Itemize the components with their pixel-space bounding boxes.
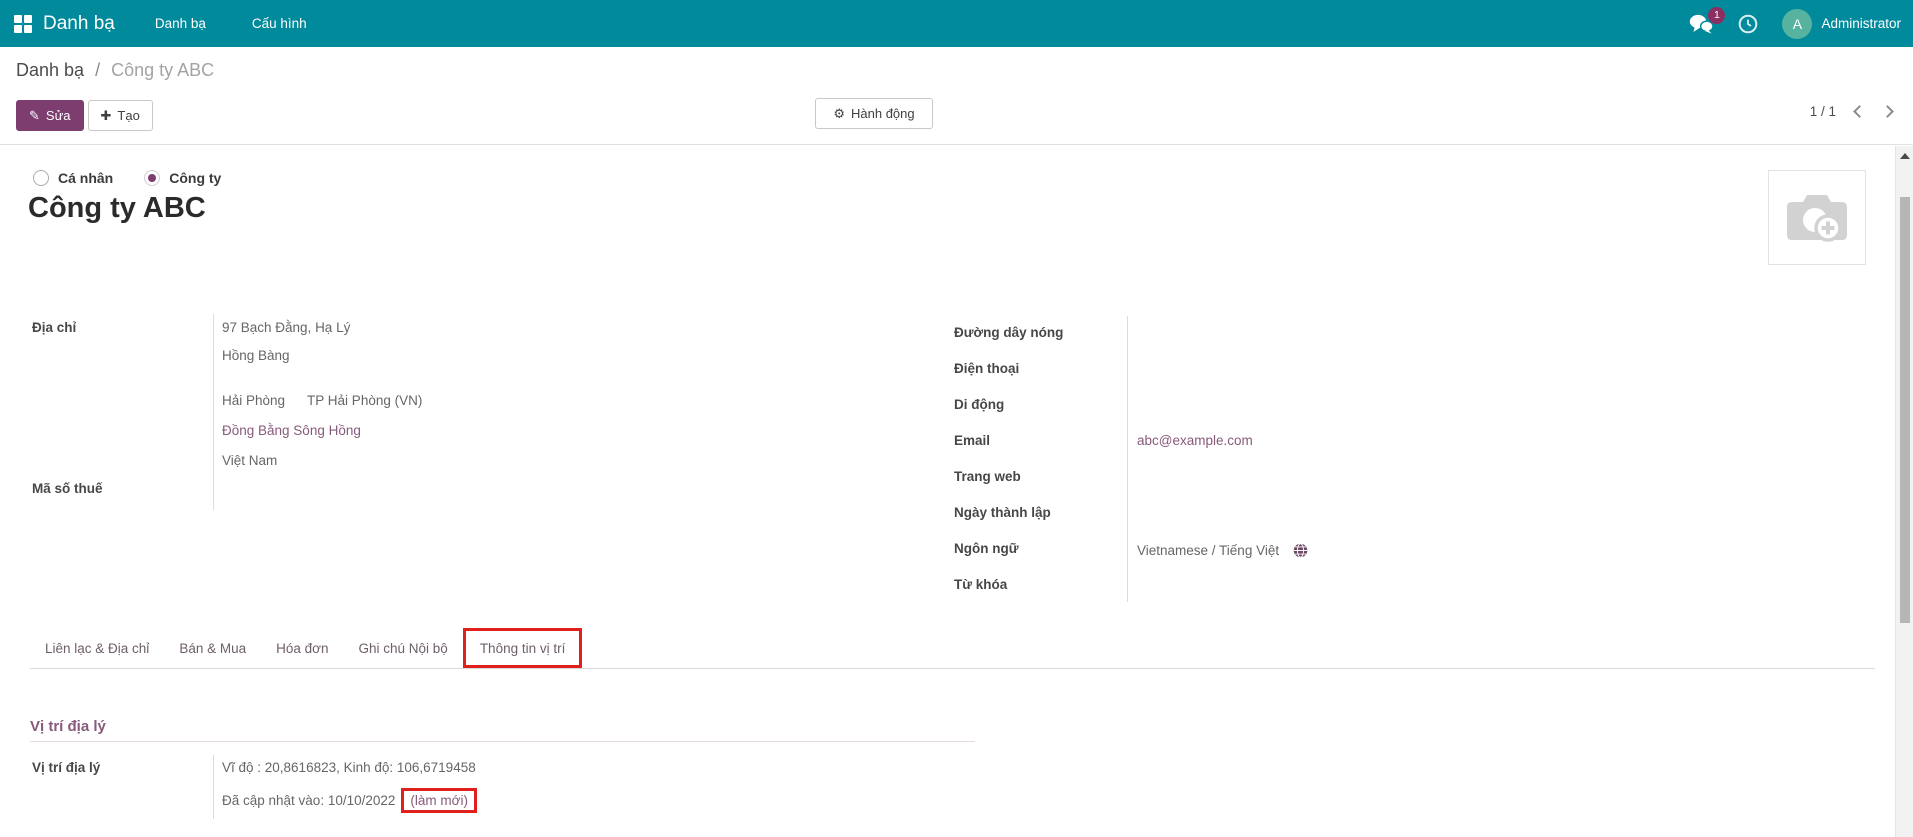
- camera-plus-icon: [1785, 192, 1849, 244]
- vertical-scrollbar[interactable]: [1895, 146, 1913, 837]
- radio-company-label[interactable]: Công ty: [169, 170, 221, 186]
- address-label: Địa chỉ: [32, 320, 76, 335]
- messages-icon[interactable]: 1: [1689, 14, 1714, 34]
- record-title: Công ty ABC: [28, 192, 206, 225]
- mobile-label: Di động: [954, 397, 1004, 412]
- section-underline: [30, 741, 975, 742]
- field-separator: [213, 314, 214, 510]
- phone-label: Điện thoại: [954, 361, 1019, 376]
- address-country: Việt Nam: [222, 453, 277, 468]
- address-field-group: Địa chỉ 97 Bạch Đằng, Hạ Lý Hồng Bàng Hả…: [30, 310, 890, 510]
- edit-button[interactable]: ✎ Sửa: [16, 100, 84, 131]
- breadcrumb: Danh bạ / Công ty ABC: [16, 60, 214, 81]
- geolocation-field-group: Vị trí địa lý Vĩ độ : 20,8616823, Kinh đ…: [30, 752, 930, 822]
- nav-menu-configuration[interactable]: Cấu hình: [244, 16, 315, 31]
- radio-company[interactable]: [144, 170, 160, 186]
- pager: 1 / 1: [1810, 104, 1892, 119]
- geolocation-section-title: Vị trí địa lý: [30, 718, 106, 735]
- email-label: Email: [954, 433, 990, 448]
- geolocation-updated-text: Đã cập nhật vào: 10/10/2022: [222, 793, 395, 808]
- geo-refresh-link[interactable]: (làm mới): [410, 793, 468, 808]
- language-value-row: Vietnamese / Tiếng Việt: [1137, 543, 1308, 558]
- record-buttons: ✎ Sửa ✚ Tạo: [16, 100, 153, 131]
- radio-individual-label[interactable]: Cá nhân: [58, 170, 113, 186]
- address-district: Hồng Bàng: [222, 348, 290, 363]
- gear-icon: ⚙: [833, 107, 845, 120]
- pencil-icon: ✎: [29, 109, 40, 122]
- breadcrumb-separator: /: [95, 60, 100, 80]
- founded-date-label: Ngày thành lập: [954, 505, 1051, 520]
- action-button-label: Hành động: [851, 106, 915, 121]
- tab-invoicing[interactable]: Hóa đơn: [261, 628, 343, 668]
- field-separator: [213, 755, 214, 819]
- geolocation-field-label: Vị trí địa lý: [32, 760, 100, 775]
- radio-individual[interactable]: [33, 170, 49, 186]
- email-value-link[interactable]: abc@example.com: [1137, 433, 1253, 448]
- breadcrumb-current: Công ty ABC: [111, 60, 214, 80]
- pager-next-icon[interactable]: [1881, 105, 1894, 118]
- avatar: A: [1782, 9, 1812, 39]
- geolocation-updated-row: Đã cập nhật vào: 10/10/2022 (làm mới): [222, 788, 477, 813]
- language-label: Ngôn ngữ: [954, 541, 1019, 556]
- create-button-label: Tạo: [117, 108, 139, 123]
- record-image-upload[interactable]: [1768, 170, 1866, 265]
- top-navbar: Danh bạ Danh bạ Cấu hình 1 A: [0, 0, 1913, 47]
- tab-sales-purchase[interactable]: Bán & Mua: [164, 628, 261, 668]
- address-city-row: Hải Phòng TP Hải Phòng (VN): [222, 393, 422, 408]
- tab-internal-notes[interactable]: Ghi chú Nội bộ: [344, 628, 463, 668]
- action-button[interactable]: ⚙ Hành động: [815, 98, 933, 129]
- app-brand[interactable]: Danh bạ: [43, 13, 115, 35]
- website-label: Trang web: [954, 469, 1021, 484]
- refresh-annotated-box: (làm mới): [401, 788, 477, 813]
- scrollbar-thumb[interactable]: [1900, 197, 1910, 623]
- contact-field-group: Đường dây nóng Điện thoại Di động Email …: [952, 310, 1632, 602]
- notebook-tabs: Liên lạc & Địa chỉ Bán & Mua Hóa đơn Ghi…: [30, 628, 1875, 669]
- breadcrumb-parent[interactable]: Danh bạ: [16, 60, 84, 80]
- address-state: TP Hải Phòng (VN): [307, 393, 422, 408]
- company-type-radios: Cá nhân Công ty: [33, 170, 221, 186]
- activities-icon[interactable]: [1738, 14, 1758, 34]
- geolocation-coordinates: Vĩ độ : 20,8616823, Kinh độ: 106,6719458: [222, 760, 476, 775]
- tab-contacts-addresses[interactable]: Liên lạc & Địa chỉ: [30, 628, 164, 668]
- language-value: Vietnamese / Tiếng Việt: [1137, 543, 1279, 558]
- address-city: Hải Phòng: [222, 393, 285, 408]
- messages-count-badge: 1: [1708, 7, 1725, 24]
- hotline-label: Đường dây nóng: [954, 325, 1063, 340]
- nav-menu-contacts[interactable]: Danh bạ: [147, 16, 214, 31]
- user-name: Administrator: [1821, 16, 1901, 31]
- field-separator: [1127, 316, 1128, 602]
- tags-label: Từ khóa: [954, 577, 1007, 592]
- pager-previous-icon[interactable]: [1853, 105, 1866, 118]
- navbar-right-tools: 1 A Administrator: [1689, 9, 1901, 39]
- address-street: 97 Bạch Đằng, Hạ Lý: [222, 320, 350, 335]
- globe-icon[interactable]: [1293, 543, 1308, 558]
- tab-geolocation-annotated[interactable]: Thông tin vị trí: [463, 628, 583, 668]
- tax-id-label: Mã số thuế: [32, 481, 103, 496]
- address-region-link[interactable]: Đồng Bằng Sông Hồng: [222, 423, 361, 438]
- plus-icon: ✚: [101, 109, 112, 122]
- scroll-up-arrow-icon[interactable]: [1900, 153, 1910, 159]
- control-panel: Danh bạ / Công ty ABC ✎ Sửa ✚ Tạo ⚙ Hành…: [0, 47, 1913, 145]
- user-menu[interactable]: A Administrator: [1782, 9, 1901, 39]
- odoo-contact-form-screen: Danh bạ Danh bạ Cấu hình 1 A: [0, 0, 1913, 837]
- clock-icon: [1738, 14, 1758, 34]
- create-button[interactable]: ✚ Tạo: [88, 100, 153, 131]
- edit-button-label: Sửa: [46, 108, 71, 123]
- apps-grid-icon[interactable]: [14, 15, 32, 33]
- pager-count: 1 / 1: [1810, 104, 1836, 119]
